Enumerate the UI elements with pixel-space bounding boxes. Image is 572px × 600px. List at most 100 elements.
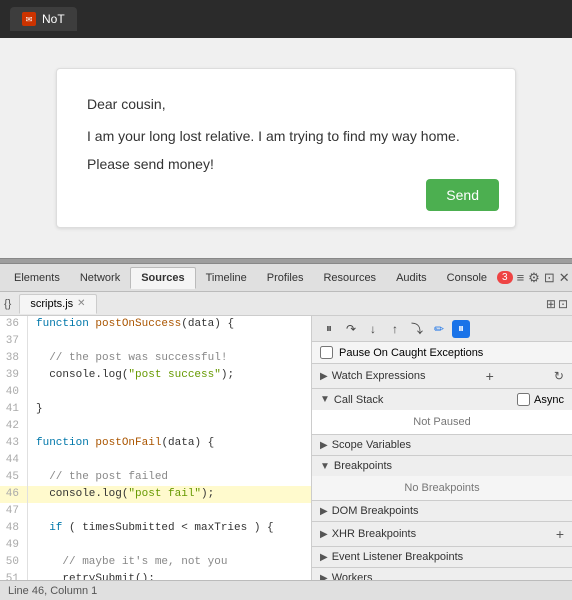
tab-mail-icon: ✉	[22, 12, 36, 26]
tab-console[interactable]: Console	[437, 268, 497, 288]
code-line: 51 retrySubmit();	[0, 571, 311, 580]
settings-icon[interactable]: ⚙	[528, 270, 540, 286]
edit-script-button[interactable]: ✏	[430, 320, 448, 338]
xhr-add-icon[interactable]: +	[556, 526, 564, 542]
event-listener-chevron: ▶	[320, 552, 328, 563]
async-call-button[interactable]: ⏸	[452, 320, 470, 338]
breakpoints-section: ▼ Breakpoints No Breakpoints	[312, 456, 572, 501]
no-breakpoints-label: No Breakpoints	[312, 476, 572, 500]
send-button[interactable]: Send	[426, 179, 499, 211]
tab-network[interactable]: Network	[70, 268, 130, 288]
code-line: 42	[0, 418, 311, 435]
file-tab-label: scripts.js	[30, 298, 73, 310]
devtools-icons: 3 ≡ ⚙ ⊡ ✕	[497, 270, 570, 286]
workers-chevron: ▶	[320, 573, 328, 581]
breakpoints-label: Breakpoints	[334, 460, 392, 472]
email-body: Dear cousin, I am your long lost relativ…	[87, 93, 485, 176]
pause-exceptions-checkbox[interactable]	[320, 346, 333, 359]
file-search-icon[interactable]: ⊡	[558, 297, 568, 311]
dom-breakpoints-header[interactable]: ▶ DOM Breakpoints	[312, 501, 572, 521]
file-nav-back[interactable]: {}	[4, 298, 11, 310]
tab-profiles[interactable]: Profiles	[257, 268, 314, 288]
status-bar: Line 46, Column 1	[0, 580, 572, 600]
breakpoints-chevron: ▼	[320, 461, 330, 472]
watch-expressions-header[interactable]: ▶ Watch Expressions + ↻	[312, 364, 572, 388]
scope-variables-header[interactable]: ▶ Scope Variables	[312, 435, 572, 455]
code-line: 36 function postOnSuccess(data) {	[0, 316, 311, 333]
devtools-tabbar: Elements Network Sources Timeline Profil…	[0, 264, 572, 292]
email-greeting: Dear cousin,	[87, 93, 485, 117]
dom-breakpoints-label: DOM Breakpoints	[332, 505, 419, 517]
code-line: 43 function postOnFail(data) {	[0, 435, 311, 452]
not-paused-label: Not Paused	[312, 410, 572, 434]
email-card: Dear cousin, I am your long lost relativ…	[56, 68, 516, 228]
code-line: 47	[0, 503, 311, 520]
tab-label: NoT	[42, 12, 65, 26]
watch-expressions-section: ▶ Watch Expressions + ↻	[312, 364, 572, 389]
filter-icon[interactable]: ≡	[517, 270, 525, 285]
tab-audits[interactable]: Audits	[386, 268, 437, 288]
xhr-breakpoints-chevron: ▶	[320, 529, 328, 540]
file-expand-icon[interactable]: ⊞	[546, 297, 556, 311]
file-tab-controls: ⊞ ⊡	[546, 297, 568, 311]
devtools-body: 36 function postOnSuccess(data) { 37 38 …	[0, 316, 572, 580]
file-tab-close[interactable]: ✕	[77, 298, 85, 309]
main-content-area: Dear cousin, I am your long lost relativ…	[0, 38, 572, 258]
step-into-button[interactable]: ↓	[364, 320, 382, 338]
email-line1: I am your long lost relative. I am tryin…	[87, 125, 485, 149]
code-line: 49	[0, 537, 311, 554]
close-icon[interactable]: ✕	[559, 270, 570, 286]
code-line: 38 // the post was successful!	[0, 350, 311, 367]
step-out-button[interactable]: ↑	[386, 320, 404, 338]
cursor-position: Line 46, Column 1	[8, 585, 97, 597]
code-line: 45 // the post failed	[0, 469, 311, 486]
tab-elements[interactable]: Elements	[4, 268, 70, 288]
scope-variables-section: ▶ Scope Variables	[312, 435, 572, 456]
pause-button[interactable]: ⏸	[320, 320, 338, 338]
tab-timeline[interactable]: Timeline	[196, 268, 257, 288]
event-listener-header[interactable]: ▶ Event Listener Breakpoints	[312, 547, 572, 567]
tab-resources[interactable]: Resources	[313, 268, 386, 288]
code-line: 46 console.log("post fail");	[0, 486, 311, 503]
workers-section: ▶ Workers	[312, 568, 572, 580]
devtools-panel: Elements Network Sources Timeline Profil…	[0, 264, 572, 600]
watch-refresh-icon[interactable]: ↻	[554, 369, 564, 383]
debugger-panel: ⏸ ↷ ↓ ↑ ⤵ ✏ ⏸ Pause On Caught Exceptions…	[312, 316, 572, 580]
dock-icon[interactable]: ⊡	[544, 270, 555, 286]
code-line: 39 console.log("post success");	[0, 367, 311, 384]
xhr-breakpoints-section: ▶ XHR Breakpoints +	[312, 522, 572, 547]
call-stack-chevron: ▼	[320, 394, 330, 405]
tab-sources[interactable]: Sources	[130, 267, 195, 289]
async-label: Async	[534, 394, 564, 406]
xhr-breakpoints-header[interactable]: ▶ XHR Breakpoints +	[312, 522, 572, 546]
watch-add-icon[interactable]: +	[486, 368, 494, 384]
scope-variables-label: Scope Variables	[332, 439, 411, 451]
browser-bar: ✉ NoT	[0, 0, 572, 38]
xhr-breakpoints-label: XHR Breakpoints	[332, 528, 416, 540]
breakpoints-header[interactable]: ▼ Breakpoints	[312, 456, 572, 476]
browser-tab[interactable]: ✉ NoT	[10, 7, 77, 31]
watch-expressions-chevron: ▶	[320, 371, 328, 382]
code-line: 37	[0, 333, 311, 350]
deactivate-breakpoints-button[interactable]: ⤵	[408, 320, 426, 338]
pause-exceptions-label: Pause On Caught Exceptions	[339, 347, 483, 359]
step-over-button[interactable]: ↷	[342, 320, 360, 338]
scope-variables-chevron: ▶	[320, 440, 328, 451]
code-lines: 36 function postOnSuccess(data) { 37 38 …	[0, 316, 311, 580]
code-line: 44	[0, 452, 311, 469]
code-line: 50 // maybe it's me, not you	[0, 554, 311, 571]
workers-label: Workers	[332, 572, 373, 580]
watch-expressions-label: Watch Expressions	[332, 370, 426, 382]
code-line: 48 if ( timesSubmitted < maxTries ) {	[0, 520, 311, 537]
workers-header[interactable]: ▶ Workers	[312, 568, 572, 580]
event-listener-label: Event Listener Breakpoints	[332, 551, 463, 563]
call-stack-label: Call Stack	[334, 394, 384, 406]
dom-breakpoints-chevron: ▶	[320, 506, 328, 517]
async-checkbox[interactable]	[517, 393, 530, 406]
call-stack-header[interactable]: ▼ Call Stack Async	[312, 389, 572, 410]
email-line2: Please send money!	[87, 153, 485, 177]
call-stack-section: ▼ Call Stack Async Not Paused	[312, 389, 572, 435]
file-tab-bar: {} scripts.js ✕ ⊞ ⊡	[0, 292, 572, 316]
file-tab-scripts[interactable]: scripts.js ✕	[19, 294, 96, 314]
event-listener-section: ▶ Event Listener Breakpoints	[312, 547, 572, 568]
